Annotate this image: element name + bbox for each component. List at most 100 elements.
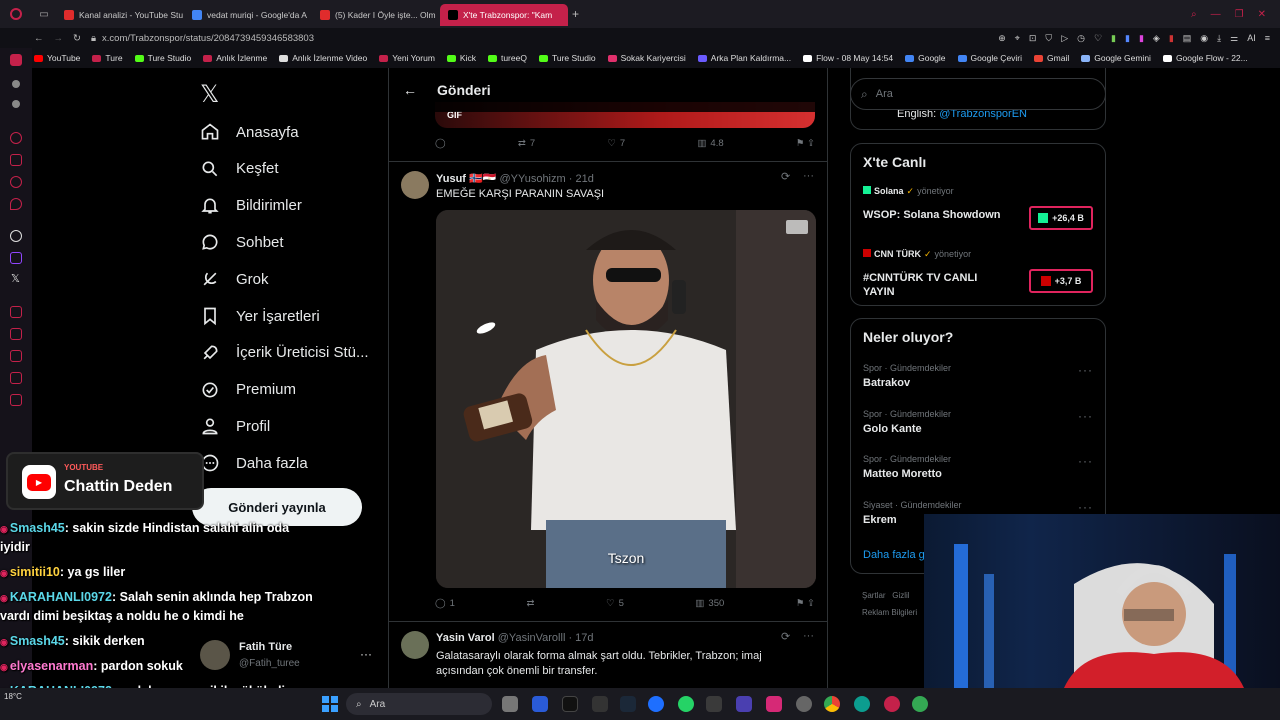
x-logo-icon[interactable]: 𝕏 (200, 80, 219, 109)
easy-setup-icon[interactable]: ⚌ (1230, 33, 1238, 44)
listener-count-badge[interactable]: +26,4 B (1029, 206, 1093, 230)
bookmark-item[interactable]: Google Çeviri (957, 53, 1022, 63)
ai-icon[interactable]: AI (1247, 33, 1256, 44)
forward-icon[interactable]: → (54, 33, 64, 44)
post-author[interactable]: Yasin Varol @YasinVarolll · 17d (436, 632, 594, 644)
home-icon[interactable] (10, 54, 22, 66)
opera-logo-icon[interactable] (0, 8, 32, 20)
like-button[interactable]: ♡ 5 (606, 598, 624, 609)
x-icon[interactable]: 𝕏 (11, 272, 20, 285)
more-icon[interactable]: ··· (803, 630, 814, 642)
nav-item-4[interactable]: Grok (200, 269, 269, 289)
bookmark-item[interactable]: Google Flow - 22... (1162, 53, 1248, 63)
whatsapp-icon[interactable] (678, 696, 694, 712)
nav-item-3[interactable]: Sohbet (200, 232, 284, 252)
post-author[interactable]: Yusuf 🇳🇴🇪🇬 @YYusohizm · 21d (436, 172, 594, 185)
windows-start-icon[interactable] (322, 696, 338, 712)
tab-menu-icon[interactable]: ▭ (32, 9, 56, 20)
close-button[interactable]: ✕ (1258, 9, 1266, 20)
snapshot-icon[interactable]: ⊡ (1029, 33, 1037, 44)
repost-button[interactable]: ⇄ (527, 598, 535, 609)
app-icon[interactable] (706, 696, 722, 712)
search-box[interactable]: ⌕ Ara (850, 78, 1106, 110)
footer-links[interactable]: Şartlar Gizlil (862, 591, 910, 600)
heart-icon[interactable]: ♡ (1094, 33, 1102, 44)
extension-icon[interactable]: ▮ (1139, 33, 1144, 44)
nav-item-7[interactable]: Premium (200, 380, 296, 400)
epic-games-icon[interactable] (592, 696, 608, 712)
more-icon[interactable]: ··· (1078, 409, 1093, 423)
minimize-button[interactable]: — (1211, 9, 1221, 20)
pin-icon[interactable]: ⌖ (1015, 33, 1020, 44)
history-icon[interactable]: ◷ (1077, 33, 1085, 44)
more-icon[interactable]: ··· (1078, 363, 1093, 377)
extension-icon[interactable]: ◈ (1153, 33, 1160, 44)
instagram-icon[interactable] (10, 176, 22, 188)
bookmark-item[interactable]: YouTube (34, 53, 80, 63)
bookmark-item[interactable]: Ture (92, 53, 123, 63)
settings-icon[interactable] (10, 350, 22, 362)
app-icon[interactable] (532, 696, 548, 712)
edge-icon[interactable] (854, 696, 870, 712)
instagram-icon[interactable] (766, 696, 782, 712)
browser-tab[interactable]: Kanal analizi - YouTube Stu (56, 4, 184, 26)
app-icon[interactable] (648, 696, 664, 712)
chrome-icon[interactable] (824, 696, 840, 712)
reload-icon[interactable]: ↻ (73, 33, 81, 44)
bookmark-item[interactable]: Yeni Yorum (379, 53, 435, 63)
card-icon[interactable] (10, 394, 22, 406)
grok-icon[interactable]: ⟳ (781, 630, 790, 643)
reply-button[interactable]: ◯ (435, 138, 446, 149)
grok-icon[interactable]: ⟳ (781, 170, 790, 183)
bookmark-item[interactable]: Kick (446, 53, 476, 63)
chatgpt-icon[interactable] (10, 230, 22, 242)
views-button[interactable]: ▥ 350 (695, 598, 724, 609)
more-icon[interactable]: ··· (1078, 454, 1093, 468)
twitch-icon[interactable] (10, 252, 22, 264)
avatar[interactable] (401, 171, 429, 199)
music-icon[interactable] (10, 306, 22, 318)
weather-widget[interactable]: 18°C (4, 692, 22, 701)
show-more-link[interactable]: Daha fazla gö (863, 549, 931, 561)
browser-tab[interactable]: X'te Trabzonspor: "Kam (440, 4, 568, 26)
tiktok-icon[interactable] (562, 696, 578, 712)
nav-item-1[interactable]: Keşfet (200, 159, 279, 179)
bookmark-item[interactable]: Anlık İzlenme Video (279, 53, 367, 63)
back-arrow-icon[interactable]: ← (403, 82, 417, 98)
dot-icon[interactable] (12, 80, 20, 88)
shield-icon[interactable]: ⛉ (1045, 33, 1052, 44)
task-view-icon[interactable] (502, 696, 518, 712)
maximize-button[interactable]: ❐ (1235, 9, 1244, 20)
listener-count-badge[interactable]: +3,7 B (1029, 269, 1093, 293)
trend-item[interactable]: Spor · Gündemdekiler Matteo Moretto ··· (863, 454, 1095, 494)
dot-icon[interactable] (12, 100, 20, 108)
nav-item-5[interactable]: Yer İşaretleri (200, 306, 320, 326)
extension-icon[interactable]: ▮ (1169, 33, 1174, 44)
bookmark-item[interactable]: Ture Studio (538, 53, 596, 63)
back-icon[interactable]: ← (34, 33, 44, 44)
more-icon[interactable]: ··· (803, 170, 814, 182)
nav-item-9[interactable]: Daha fazla (200, 453, 308, 473)
app-icon[interactable] (912, 696, 928, 712)
bookmark-button[interactable]: ⚑ ⇪ (796, 138, 815, 149)
bookmark-item[interactable]: Arka Plan Kaldırma... (697, 53, 791, 63)
settings-icon[interactable] (796, 696, 812, 712)
nav-item-0[interactable]: Anasayfa (200, 122, 299, 142)
live-item[interactable]: Solana ✓ yönetiyor WSOP: Solana Showdown +26… (863, 186, 1095, 242)
menu-icon[interactable]: ≡ (1265, 33, 1270, 44)
avatar[interactable] (401, 631, 429, 659)
reply-button[interactable]: ◯ 1 (435, 598, 455, 609)
camera-icon[interactable]: ◉ (1200, 33, 1208, 44)
bookmark-button[interactable]: ⚑ ⇪ (796, 598, 815, 609)
footer-ad-info[interactable]: Reklam Bilgileri (862, 608, 917, 617)
nav-item-8[interactable]: Profil (200, 416, 270, 436)
bookmark-item[interactable]: tureeQ (487, 53, 527, 63)
views-button[interactable]: ▥ 4.8 (697, 138, 723, 149)
live-item[interactable]: CNN TÜRK ✓ yönetiyor #CNNTÜRK TV CANLI YAYI… (863, 249, 1095, 305)
nav-item-2[interactable]: Bildirimler (200, 196, 302, 216)
new-tab-button[interactable]: + (572, 7, 579, 21)
box-icon[interactable] (10, 372, 22, 384)
search-tabs-icon[interactable]: ⌕ (1191, 9, 1197, 20)
zoom-icon[interactable]: ⊕ (998, 33, 1006, 44)
extension-icon[interactable]: ▮ (1125, 33, 1130, 44)
